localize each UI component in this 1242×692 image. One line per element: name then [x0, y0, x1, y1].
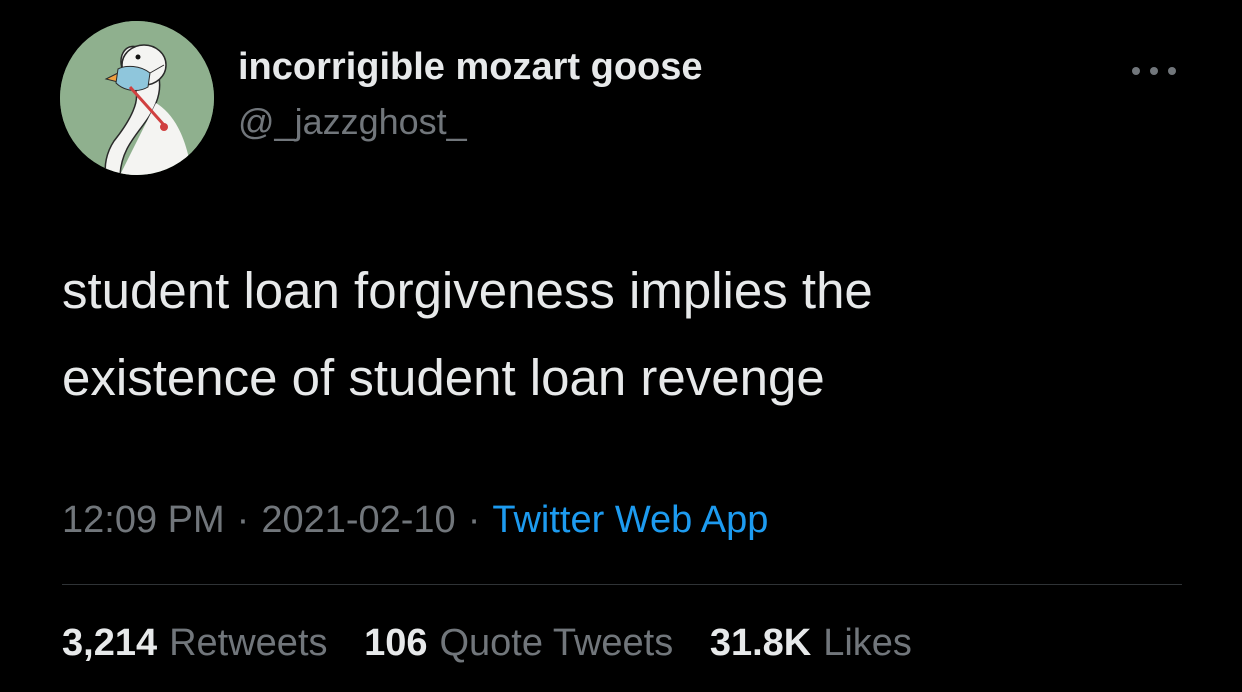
author-avatar[interactable]	[60, 21, 214, 175]
author-display-name[interactable]: incorrigible mozart goose	[238, 46, 703, 89]
likes-label: Likes	[823, 622, 912, 664]
meta-separator: ·	[467, 499, 481, 541]
tweet-time[interactable]: 12:09 PM	[62, 499, 225, 541]
quote-tweets-label: Quote Tweets	[439, 622, 674, 664]
more-dots-icon	[1132, 67, 1176, 75]
tweet-text: student loan forgiveness implies the exi…	[62, 247, 1182, 421]
retweets-count: 3,214	[62, 622, 158, 664]
retweets-label: Retweets	[169, 622, 328, 664]
tweet-meta: 12:09 PM · 2021-02-10 · Twitter Web App	[62, 499, 768, 542]
tweet-source-link[interactable]: Twitter Web App	[492, 499, 768, 541]
divider	[62, 584, 1182, 585]
author-handle[interactable]: @_jazzghost_	[238, 101, 467, 143]
meta-separator: ·	[236, 499, 250, 541]
likes-count: 31.8K	[709, 622, 812, 664]
tweet-stats: 3,214 Retweets 106 Quote Tweets 31.8K Likes	[62, 622, 938, 665]
quote-tweets-count: 106	[364, 622, 428, 664]
more-options-button[interactable]	[1128, 56, 1180, 86]
tweet-date[interactable]: 2021-02-10	[261, 499, 455, 541]
quote-tweets-stat[interactable]: 106 Quote Tweets	[364, 622, 673, 664]
likes-stat[interactable]: 31.8K Likes	[710, 622, 912, 664]
tweet-text-line: student loan forgiveness implies the	[62, 262, 873, 319]
goose-with-mask-avatar-icon	[60, 21, 214, 175]
retweets-stat[interactable]: 3,214 Retweets	[62, 622, 328, 664]
tweet-text-line: existence of student loan revenge	[62, 349, 825, 406]
